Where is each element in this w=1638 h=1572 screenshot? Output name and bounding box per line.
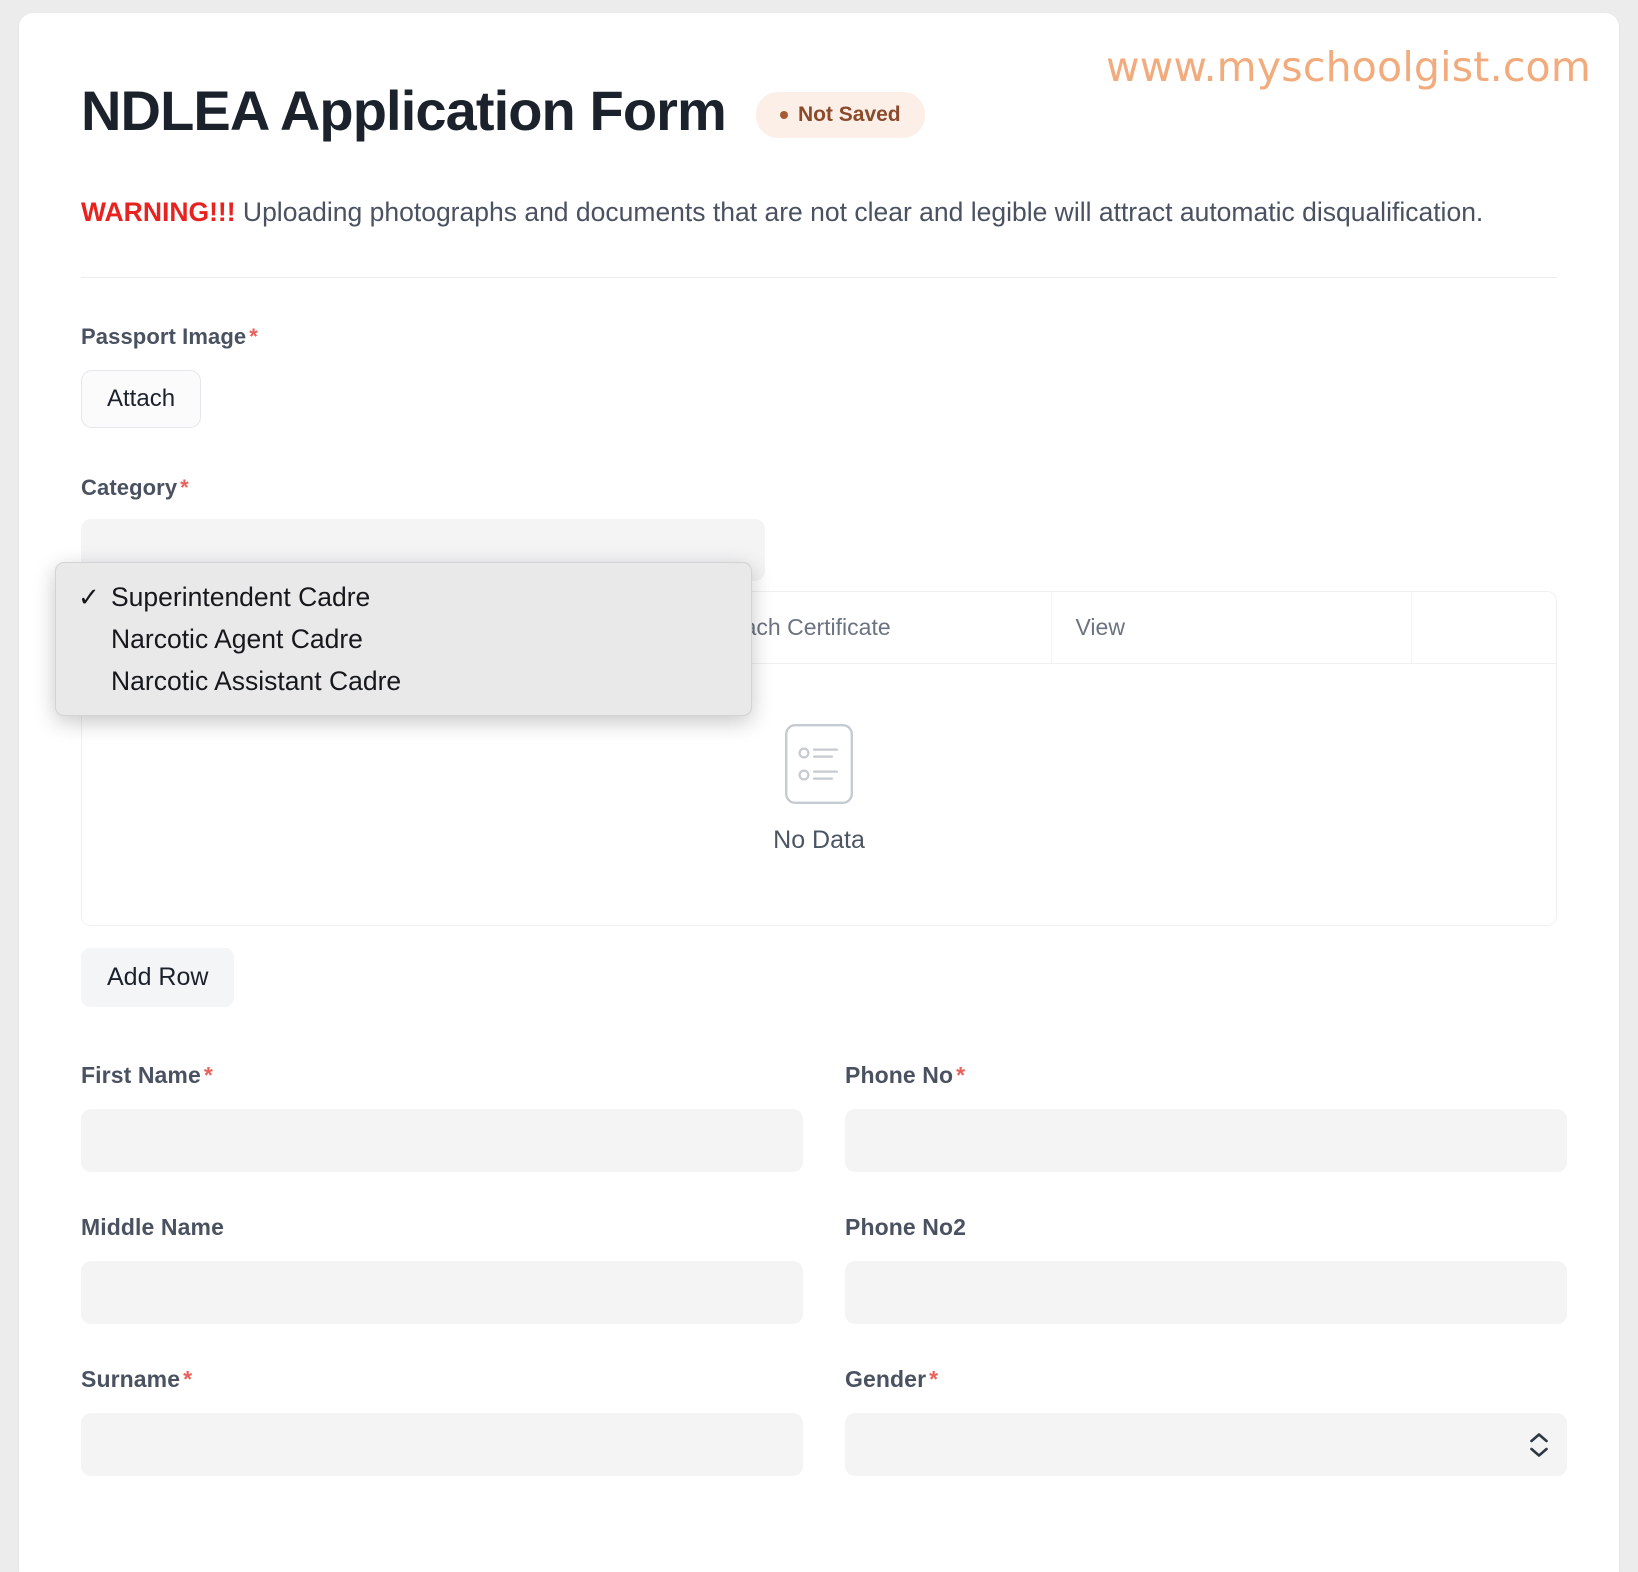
field-middle-name: Middle Name: [81, 1214, 803, 1325]
status-badge-label: Not Saved: [797, 103, 901, 127]
dropdown-option-label: Narcotic Assistant Cadre: [111, 665, 402, 696]
chevron-up-icon: [1530, 1433, 1548, 1443]
field-gender: Gender *: [845, 1366, 1567, 1477]
phone-no-label: Phone No *: [845, 1062, 1567, 1089]
applicant-details-form: First Name * Phone No * Middle Name Phone …: [81, 1062, 1567, 1518]
category-label: Category *: [81, 475, 1557, 501]
phone-no-input[interactable]: [845, 1109, 1567, 1173]
middle-name-input[interactable]: [81, 1261, 803, 1325]
middle-name-label-text: Middle Name: [81, 1214, 224, 1241]
column-header-actions: [1411, 592, 1556, 665]
middle-name-label: Middle Name: [81, 1214, 803, 1241]
phone-no2-input[interactable]: [845, 1261, 1567, 1325]
required-asterisk: *: [249, 324, 258, 350]
page-header: NDLEA Application Form Not Saved: [81, 13, 1557, 143]
field-phone-no: Phone No *: [845, 1062, 1567, 1173]
required-asterisk: *: [203, 1062, 213, 1089]
dropdown-option-superintendent-cadre[interactable]: ✓ Superintendent Cadre: [56, 576, 751, 618]
attach-passport-button[interactable]: Attach: [81, 370, 202, 429]
field-first-name: First Name *: [81, 1062, 803, 1173]
add-row-button[interactable]: Add Row: [81, 948, 235, 1008]
status-dot-icon: [779, 111, 788, 120]
surname-input[interactable]: [81, 1413, 803, 1477]
warning-message: WARNING!!! Uploading photographs and doc…: [81, 187, 1501, 239]
column-header-view: View: [1051, 592, 1412, 665]
no-data-document-icon: [785, 724, 853, 805]
gender-label-text: Gender: [845, 1366, 927, 1393]
field-surname: Surname *: [81, 1366, 803, 1477]
first-name-input[interactable]: [81, 1109, 803, 1173]
category-dropdown-menu[interactable]: ✓ Superintendent Cadre Narcotic Agent Ca…: [55, 562, 752, 716]
passport-image-label: Passport Image *: [81, 324, 1557, 350]
no-data-label: No Data: [773, 826, 865, 855]
warning-text: Uploading photographs and documents that…: [235, 197, 1484, 228]
dropdown-option-narcotic-agent-cadre[interactable]: Narcotic Agent Cadre: [56, 618, 751, 660]
required-asterisk: *: [956, 1062, 966, 1089]
screenshot-viewport: www.myschoolgist.com NDLEA Application F…: [0, 0, 1638, 1572]
dropdown-option-label: Superintendent Cadre: [111, 581, 371, 612]
phone-no2-label: Phone No2: [845, 1214, 1567, 1241]
surname-label: Surname *: [81, 1366, 803, 1393]
passport-image-section: Passport Image * Attach: [81, 324, 1557, 429]
passport-image-label-text: Passport Image: [81, 324, 247, 350]
status-badge: Not Saved: [755, 92, 925, 139]
dropdown-option-narcotic-assistant-cadre[interactable]: Narcotic Assistant Cadre: [56, 660, 751, 702]
gender-label: Gender *: [845, 1366, 1567, 1393]
required-asterisk: *: [929, 1366, 939, 1393]
chevron-down-icon: [1530, 1447, 1548, 1457]
field-phone-no2: Phone No2: [845, 1214, 1567, 1325]
warning-prefix: WARNING!!!: [81, 197, 236, 228]
required-asterisk: *: [183, 1366, 193, 1393]
gender-select[interactable]: [845, 1413, 1567, 1477]
required-asterisk: *: [180, 475, 189, 501]
category-label-text: Category: [81, 475, 178, 501]
surname-label-text: Surname: [81, 1366, 181, 1393]
checkmark-icon: ✓: [78, 581, 100, 612]
dropdown-option-label: Narcotic Agent Cadre: [111, 623, 363, 654]
application-form-card: www.myschoolgist.com NDLEA Application F…: [19, 13, 1619, 1572]
first-name-label: First Name *: [81, 1062, 803, 1089]
header-divider: [81, 277, 1557, 279]
phone-no-label-text: Phone No: [845, 1062, 954, 1089]
gender-select-wrapper: [845, 1413, 1567, 1477]
page-title: NDLEA Application Form: [81, 79, 727, 142]
chevron-updown-icon[interactable]: [1529, 1432, 1549, 1458]
first-name-label-text: First Name: [81, 1062, 201, 1089]
phone-no2-label-text: Phone No2: [845, 1214, 967, 1241]
